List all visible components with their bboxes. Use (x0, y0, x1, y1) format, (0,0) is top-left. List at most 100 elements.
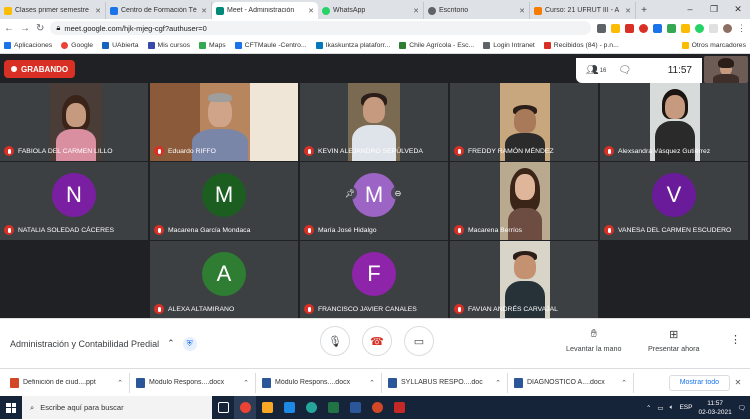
present-now-button[interactable]: ⊞ Presentar ahora (648, 328, 700, 353)
download-item[interactable]: Módulo Respons....docx ⌃ (130, 372, 256, 393)
language-indicator[interactable]: ESP (679, 404, 692, 411)
extension-icon[interactable] (667, 23, 676, 33)
participant-tile[interactable]: Eduardo RIFFO (150, 83, 298, 161)
chevron-up-icon[interactable]: ⌃ (167, 338, 175, 349)
chat-icon[interactable]: 🗨︎ (618, 65, 631, 76)
url-field[interactable]: 🔒︎ meet.google.com/hjk-mjeg-cgf?authuser… (50, 21, 591, 35)
chevron-up-icon[interactable]: ⌃ (495, 379, 501, 387)
mic-off-icon (304, 146, 314, 156)
remove-icon[interactable]: ⊖ (391, 186, 405, 201)
chrome-taskbar-icon[interactable] (234, 396, 256, 419)
participant-tile[interactable]: F FRANCISCO JAVIER CANALES (300, 241, 448, 319)
chevron-up-icon[interactable]: ⌃ (117, 379, 123, 387)
new-tab-button[interactable]: + (636, 2, 652, 19)
taskbar-clock[interactable]: 11:57 02-03-2021 (698, 399, 731, 417)
participant-tile[interactable]: N NATALIA SOLEDAD CÁCERES (0, 162, 148, 240)
extension-icon[interactable] (653, 23, 662, 33)
browser-tab-5[interactable]: Escritorio ✕ (424, 2, 530, 19)
bookmark-item[interactable]: Chile Agrícola - Esc... (399, 41, 474, 49)
participant-tile[interactable]: M Macarena García Mondaca (150, 162, 298, 240)
close-downloads-icon[interactable]: ✕ (730, 378, 746, 387)
back-icon[interactable]: ← (4, 23, 14, 34)
bookmark-item[interactable]: Google (61, 41, 93, 49)
close-window-icon[interactable]: ✕ (726, 0, 750, 19)
participant-tile[interactable]: FABIOLA DEL CARMEN LILLO (0, 83, 148, 161)
more-options-button[interactable]: ⋮ (730, 333, 741, 346)
close-tab-icon[interactable]: ✕ (519, 7, 525, 15)
close-tab-icon[interactable]: ✕ (201, 7, 207, 15)
bookmark-item[interactable]: Mis cursos (147, 41, 190, 49)
chevron-up-icon[interactable]: ⌃ (243, 379, 249, 387)
end-call-button[interactable]: ☎︎ (362, 326, 392, 356)
more-menu-icon[interactable]: ⋮ (737, 23, 746, 34)
chevron-up-icon[interactable]: ⌃ (646, 404, 651, 412)
camera-button[interactable]: ▭ (404, 326, 434, 356)
microphone-button[interactable]: 🎙︎ (320, 326, 350, 356)
browser-tab-2[interactable]: Centro de Formación Té ✕ (106, 2, 212, 19)
self-view-video[interactable] (704, 56, 748, 83)
browser-tab-1[interactable]: Clases primer semestre ✕ (0, 2, 106, 19)
edge-taskbar-icon[interactable] (300, 396, 322, 419)
close-tab-icon[interactable]: ✕ (413, 7, 419, 15)
reload-icon[interactable]: ↻ (36, 23, 44, 34)
close-tab-icon[interactable]: ✕ (625, 7, 631, 15)
extension-icon[interactable] (625, 23, 634, 33)
excel-icon (327, 402, 339, 413)
participants-button[interactable]: 👥︎ 16 (586, 65, 606, 76)
browser-tab-4[interactable]: WhatsApp ✕ (318, 2, 424, 19)
bookmark-item[interactable]: Maps (199, 41, 226, 49)
participant-tile[interactable]: A ALEXA ALTAMIRANO (150, 241, 298, 319)
bookmark-item[interactable]: Aplicaciones (4, 41, 52, 49)
chevron-up-icon[interactable]: ⌃ (369, 379, 375, 387)
participant-tile[interactable]: V VANESA DEL CARMEN ESCUDERO (600, 162, 748, 240)
participant-tile[interactable]: FREDDY RAMÓN MÉNDEZ (450, 83, 598, 161)
participant-tile-hovered[interactable]: M 📌︎ ⊖ María José Hidalgo (300, 162, 448, 240)
maximize-icon[interactable]: ❐ (702, 0, 726, 19)
bookmark-item[interactable]: UAbierta (102, 41, 139, 49)
task-view-icon[interactable] (212, 396, 234, 419)
close-tab-icon[interactable]: ✕ (308, 7, 314, 15)
download-item[interactable]: Módulo Respons....docx ⌃ (256, 372, 382, 393)
word-taskbar-icon[interactable] (344, 396, 366, 419)
bookmark-item[interactable]: Recibidos (84) - p.n... (543, 41, 619, 49)
raise-hand-button[interactable]: ✋︎ Levantar la mano (566, 328, 622, 353)
bookmark-item[interactable]: Ikaskuntza plataforr... (315, 41, 390, 49)
bookmark-item[interactable]: Login Intranet (483, 41, 535, 49)
other-bookmarks[interactable]: Otros marcadores (681, 41, 746, 49)
participant-tile[interactable]: KEVIN ALEJANDRO SEPÚLVEDA (300, 83, 448, 161)
powerpoint-taskbar-icon[interactable] (366, 396, 388, 419)
pin-icon[interactable]: 📌︎ (343, 186, 357, 201)
close-tab-icon[interactable]: ✕ (95, 7, 101, 15)
extension-icon[interactable] (695, 23, 704, 33)
download-item[interactable]: SYLLABUS RESPO....doc ⌃ (382, 372, 508, 393)
acrobat-taskbar-icon[interactable] (388, 396, 410, 419)
participant-tile[interactable]: Alexsandra Vásquez Gutiérrez (600, 83, 748, 161)
store-taskbar-icon[interactable] (278, 396, 300, 419)
extension-icon[interactable] (639, 23, 648, 33)
notifications-icon[interactable]: 🗨︎ (738, 404, 746, 412)
browser-tab-6[interactable]: Curso: 21 UFRUT III - A ✕ (530, 2, 636, 19)
show-all-downloads-button[interactable]: Mostrar todo (668, 374, 730, 391)
start-button[interactable] (0, 396, 22, 419)
file-explorer-taskbar-icon[interactable] (256, 396, 278, 419)
download-item[interactable]: Definición de ciud....ppt ⌃ (4, 372, 130, 393)
bookmark-item[interactable]: CFTMaule -Centro... (234, 41, 307, 49)
camera-icon[interactable] (597, 23, 606, 33)
forward-icon[interactable]: → (20, 23, 30, 34)
participant-tile[interactable]: FAVIAN ANDRÉS CARVAJAL (450, 241, 598, 319)
browser-tab-3-active[interactable]: Meet - Administración ✕ (212, 2, 318, 19)
extension-icon[interactable] (681, 23, 690, 33)
download-item[interactable]: DIAGNÓSTICO A....docx ⌃ (508, 372, 634, 393)
network-icon[interactable]: ▭ (657, 404, 663, 412)
puzzle-icon[interactable] (709, 23, 718, 33)
taskbar-search[interactable]: ⌕ Escribe aquí para buscar (22, 396, 212, 419)
excel-taskbar-icon[interactable] (322, 396, 344, 419)
profile-avatar[interactable] (723, 23, 732, 33)
star-icon[interactable] (611, 23, 620, 33)
chevron-up-icon[interactable]: ⌃ (621, 379, 627, 387)
volume-icon[interactable]: 🔈︎ (670, 404, 674, 412)
minimize-icon[interactable]: – (678, 0, 702, 19)
shield-icon[interactable]: ⛨ (182, 336, 197, 351)
meeting-details[interactable]: Administración y Contabilidad Predial ⌃ … (10, 336, 197, 351)
participant-tile[interactable]: Macarena Berríos (450, 162, 598, 240)
